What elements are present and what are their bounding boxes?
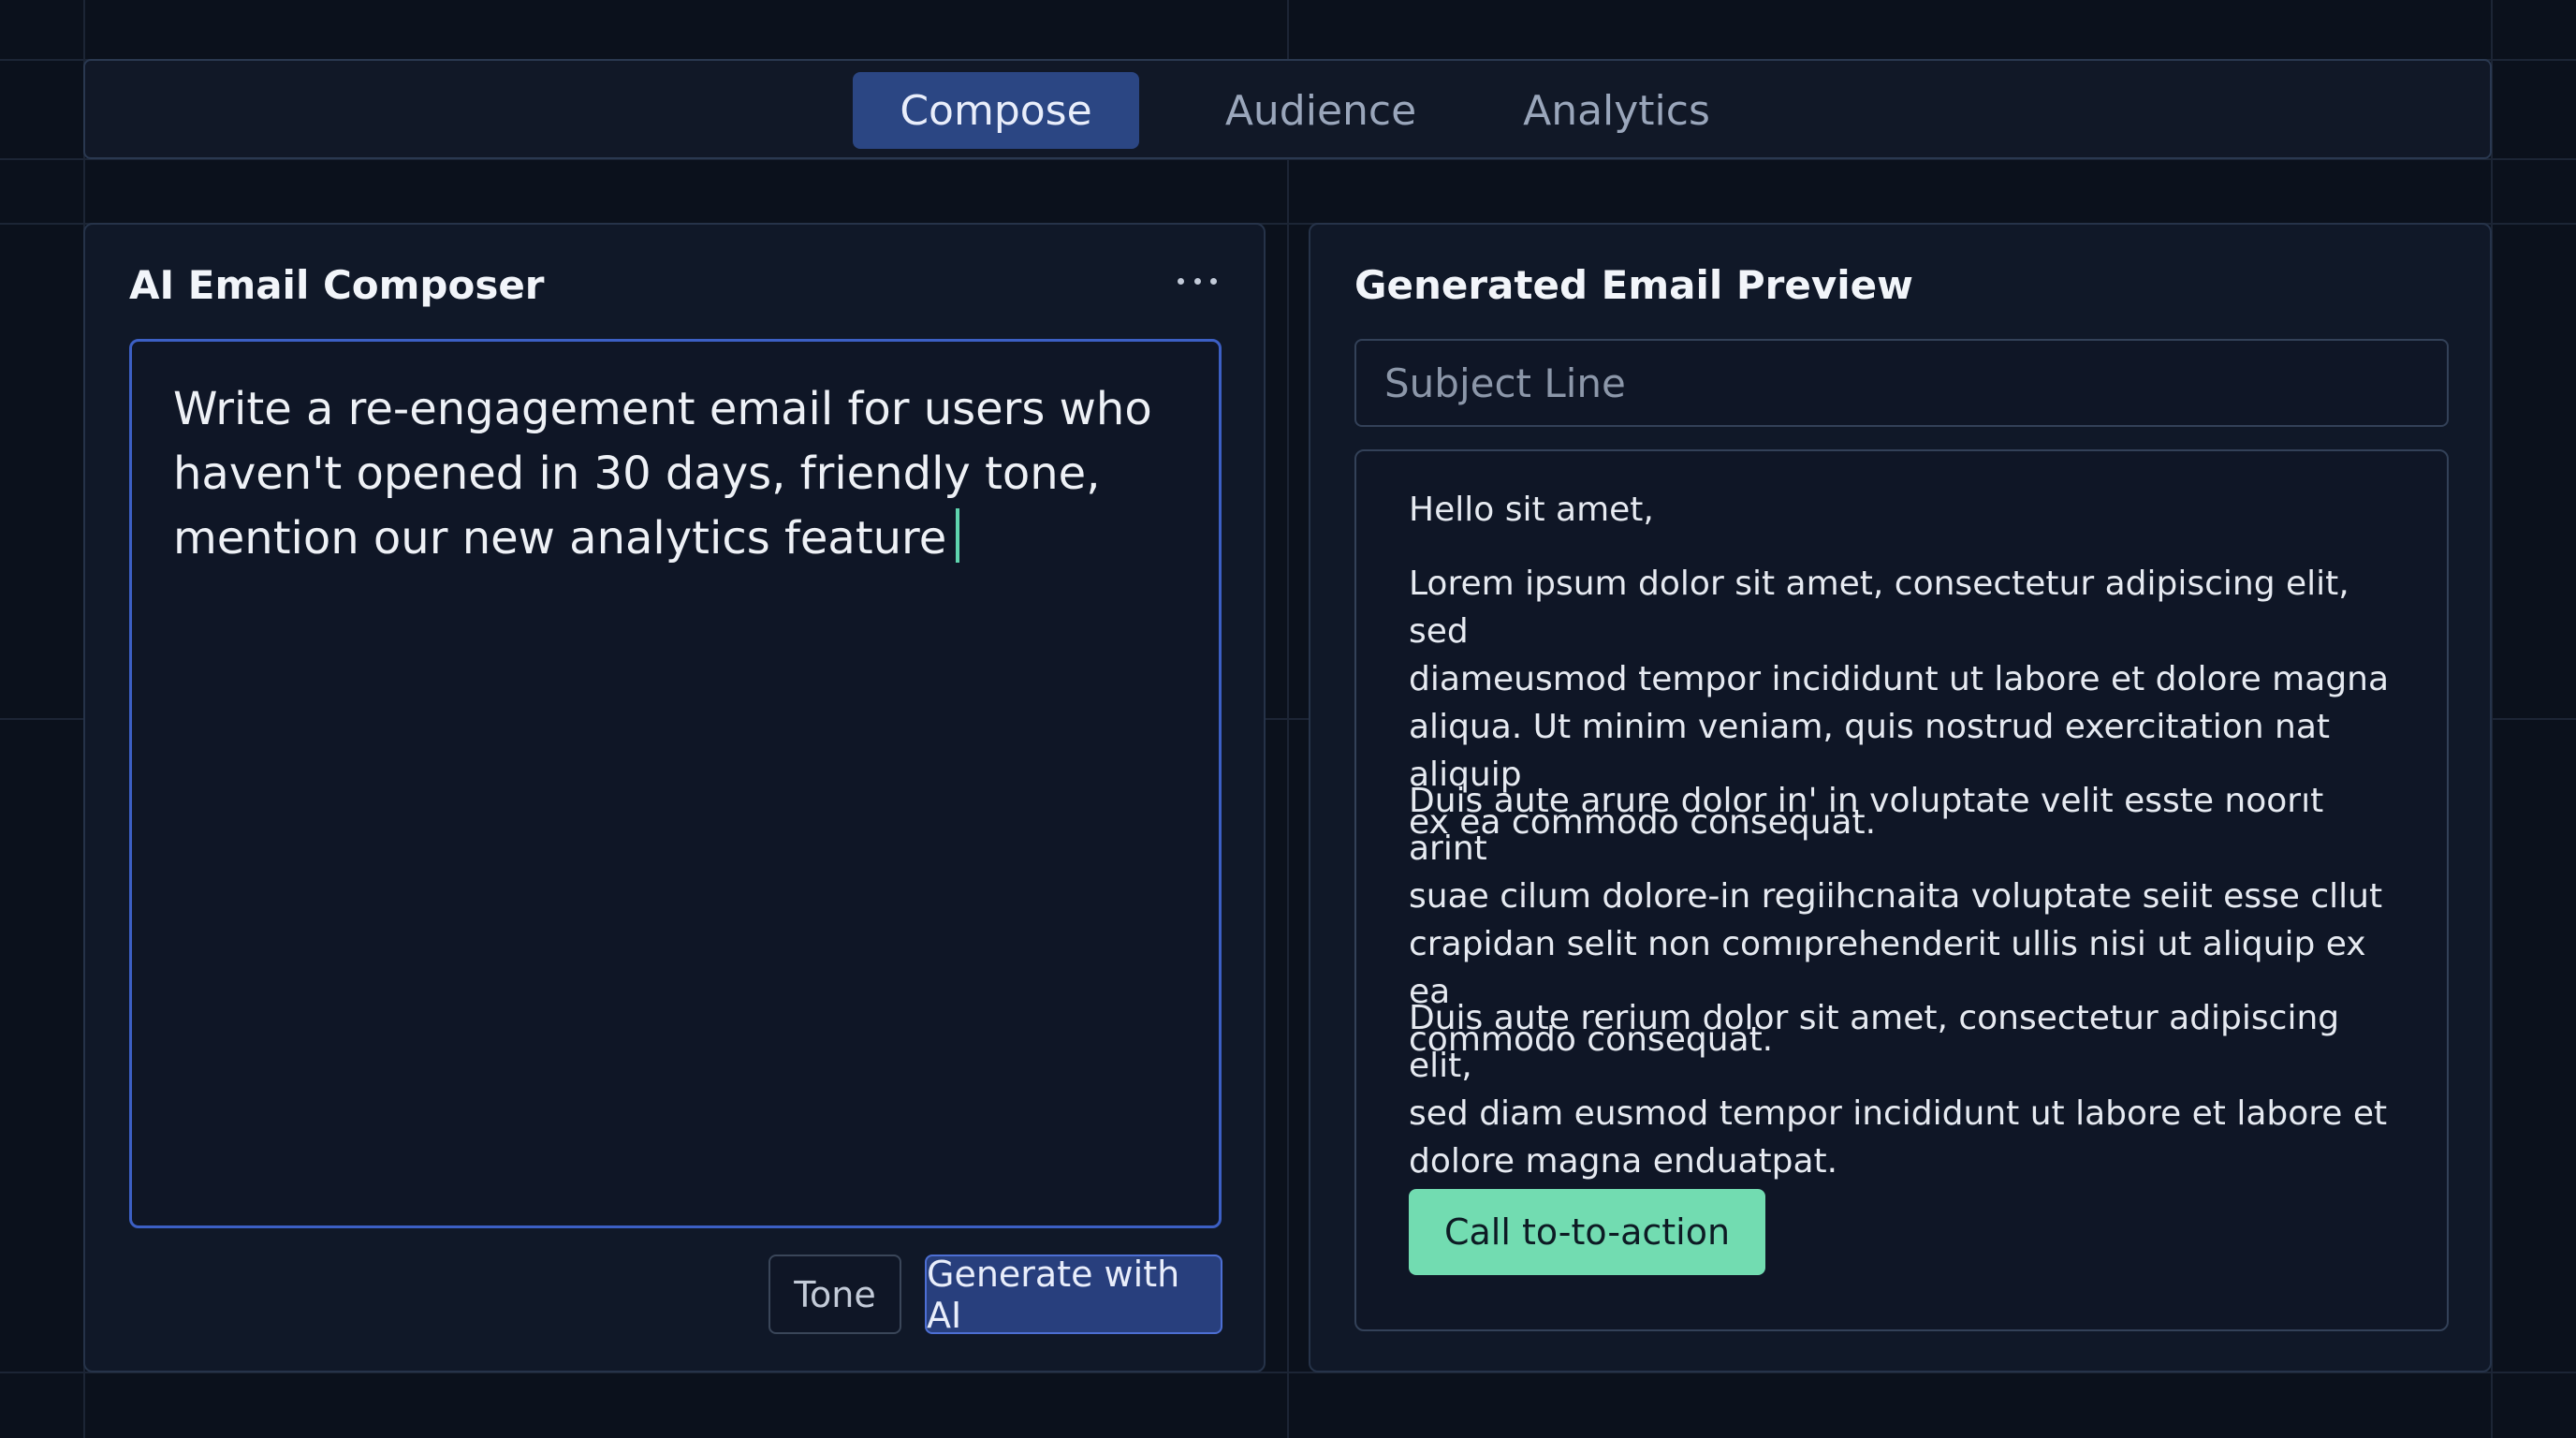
email-paragraph: Duis aute rerium dolor sit amet, consect… — [1409, 994, 2401, 1185]
email-line: Lorem ipsum dolor sit amet, consectetur … — [1409, 565, 2349, 651]
prompt-line: haven't opened in 30 days, friendly tone… — [173, 448, 1101, 500]
more-horizontal-icon[interactable] — [1178, 273, 1217, 288]
composer-title: AI Email Composer — [129, 262, 545, 308]
call-to-action-button[interactable]: Call to-to-action — [1409, 1189, 1765, 1275]
composer-panel: AI Email Composer Write a re-engagement … — [83, 223, 1266, 1372]
tab-bar: Compose Audience Analytics — [83, 59, 2492, 159]
email-line: diameusmod tempor incididunt ut labore e… — [1409, 660, 2390, 698]
tab-compose[interactable]: Compose — [853, 72, 1139, 149]
app-root: Compose Audience Analytics AI Email Comp… — [0, 0, 2576, 1438]
preview-panel: Generated Email Preview Hello sit amet, … — [1309, 223, 2492, 1372]
prompt-line: mention our new analytics feature — [173, 506, 1178, 571]
generate-with-ai-button[interactable]: Generate with AI — [925, 1254, 1222, 1336]
email-line: sed diam eusmod tempor incididunt ut lab… — [1409, 1094, 2388, 1133]
subject-line-input[interactable] — [1354, 339, 2449, 427]
prompt-textarea[interactable]: Write a re-engagement email for users wh… — [129, 339, 1222, 1228]
tab-audience[interactable]: Audience — [1178, 72, 1463, 149]
tab-analytics[interactable]: Analytics — [1471, 72, 1763, 149]
email-greeting: Hello sit amet, — [1409, 491, 1654, 529]
text-caret — [956, 508, 960, 563]
email-line: Duis aute rerium dolor sit amet, consect… — [1409, 999, 2340, 1085]
email-line: suae cilum dolore-in regiihcnaita volupt… — [1409, 877, 2383, 916]
tone-button[interactable]: Tone — [768, 1255, 901, 1334]
email-line: Duis aute arure dolor in' in voluptate v… — [1409, 782, 2324, 868]
prompt-line: Write a re-engagement email for users wh… — [173, 383, 1152, 435]
preview-title: Generated Email Preview — [1354, 262, 1913, 308]
email-body: Hello sit amet, Lorem ipsum dolor sit am… — [1354, 449, 2449, 1331]
email-line: dolore magna enduatpat. — [1409, 1142, 1838, 1181]
